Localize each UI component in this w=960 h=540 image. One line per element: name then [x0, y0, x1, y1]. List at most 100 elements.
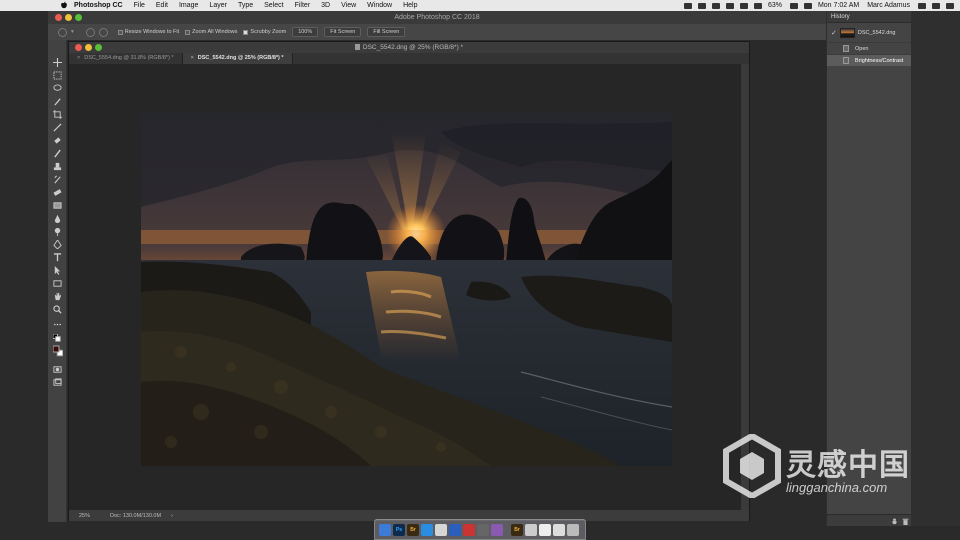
- photoshop-icon[interactable]: Ps: [393, 523, 405, 536]
- app-maximize-button[interactable]: [75, 14, 82, 21]
- tool-preset-chevron-icon[interactable]: ▾: [71, 29, 74, 35]
- quick-selection-tool-icon[interactable]: [53, 97, 62, 106]
- safari-icon[interactable]: [421, 523, 433, 536]
- app-icon[interactable]: [477, 523, 489, 536]
- zoom-tool-icon[interactable]: [53, 305, 62, 314]
- resize-windows-checkbox[interactable]: Resize Windows to Fit: [117, 29, 179, 35]
- brush-tool-icon[interactable]: [53, 149, 62, 158]
- gradient-tool-icon[interactable]: [53, 201, 62, 210]
- move-tool-icon[interactable]: [53, 58, 62, 67]
- doc-maximize-button[interactable]: [95, 44, 102, 51]
- downloads-icon[interactable]: [553, 523, 565, 536]
- zoom-out-icon[interactable]: [98, 27, 108, 37]
- menu-view[interactable]: View: [341, 2, 356, 9]
- history-state-brightness-contrast[interactable]: Brightness/Contrast: [827, 54, 911, 66]
- menu-type[interactable]: Type: [238, 2, 253, 9]
- history-state-open[interactable]: Open: [827, 42, 911, 54]
- menu-filter[interactable]: Filter: [295, 2, 311, 9]
- menu-window[interactable]: Window: [367, 2, 392, 9]
- tab-dsc-5542[interactable]: × DSC_5542.dng @ 25% (RGB/8*) *: [182, 53, 293, 64]
- status-wifi-icon[interactable]: [753, 2, 762, 9]
- menu-edit[interactable]: Edit: [156, 2, 168, 9]
- hand-tool-icon[interactable]: [53, 292, 62, 301]
- history-brush-source-icon[interactable]: ✓: [831, 29, 837, 37]
- clone-stamp-tool-icon[interactable]: [53, 162, 62, 171]
- doc-close-button[interactable]: [75, 44, 82, 51]
- bridge-folder-icon[interactable]: Br: [511, 523, 523, 536]
- menu-layer[interactable]: Layer: [209, 2, 227, 9]
- acrobat-icon[interactable]: [463, 523, 475, 536]
- doc-size-info[interactable]: Doc: 130.0M/130.0M: [110, 513, 161, 519]
- word-icon[interactable]: [435, 523, 447, 536]
- menubar-clock[interactable]: Mon 7:02 AM: [818, 2, 859, 9]
- battery-percent[interactable]: 63%: [768, 2, 782, 9]
- spotlight-search-icon[interactable]: [918, 2, 926, 9]
- status-clock-icon[interactable]: [725, 2, 734, 9]
- canvas-area[interactable]: [69, 64, 741, 510]
- zoom-all-windows-checkbox[interactable]: Zoom All Windows: [185, 29, 237, 35]
- tab-close-icon[interactable]: ×: [77, 55, 80, 61]
- status-media-icon[interactable]: [683, 2, 692, 9]
- new-snapshot-icon[interactable]: [891, 518, 898, 525]
- healing-brush-tool-icon[interactable]: [53, 136, 62, 145]
- document-canvas-image[interactable]: [141, 112, 672, 466]
- zoom-100-button[interactable]: 100%: [292, 27, 319, 37]
- trash-icon[interactable]: [567, 523, 579, 536]
- status-menu-chevron-icon[interactable]: ›: [171, 513, 173, 519]
- preview-icon[interactable]: [525, 523, 537, 536]
- dodge-tool-icon[interactable]: [53, 227, 62, 236]
- swap-colors-icon[interactable]: [53, 334, 62, 343]
- marquee-tool-icon[interactable]: [53, 71, 62, 80]
- rectangle-tool-icon[interactable]: [53, 279, 62, 288]
- watermark-title: 灵感中国: [786, 449, 910, 482]
- crop-tool-icon[interactable]: [53, 110, 62, 119]
- tab-dsc-5554[interactable]: × DSC_5554.dng @ 31.8% (RGB/8*) *: [69, 53, 183, 64]
- status-bluetooth-icon[interactable]: [739, 2, 748, 9]
- fill-screen-button[interactable]: Fill Screen: [367, 27, 406, 37]
- color-app-icon[interactable]: [491, 523, 503, 536]
- siri-icon[interactable]: [932, 2, 940, 9]
- pen-tool-icon[interactable]: [53, 240, 62, 249]
- more-tools-icon[interactable]: [53, 320, 62, 329]
- eraser-tool-icon[interactable]: [53, 188, 62, 197]
- app-minimize-button[interactable]: [65, 14, 72, 21]
- finder-icon[interactable]: [379, 523, 391, 536]
- history-panel-tab[interactable]: History: [827, 11, 911, 23]
- color-swatches-icon[interactable]: [53, 345, 63, 357]
- watermark-logo-icon: [723, 434, 781, 498]
- zoom-in-icon[interactable]: [85, 27, 95, 37]
- path-selection-tool-icon[interactable]: [53, 266, 62, 275]
- status-app-icon[interactable]: [697, 2, 706, 9]
- battery-icon[interactable]: [789, 2, 798, 9]
- document-icon[interactable]: [539, 523, 551, 536]
- delete-state-icon[interactable]: [902, 518, 909, 525]
- doc-minimize-button[interactable]: [85, 44, 92, 51]
- history-snapshot[interactable]: ✓ DSC_5542.dng: [827, 23, 911, 42]
- status-flag-icon[interactable]: [803, 2, 812, 9]
- scrubby-zoom-checkbox[interactable]: Scrubby Zoom: [243, 29, 286, 35]
- blur-tool-icon[interactable]: [53, 214, 62, 223]
- apple-icon[interactable]: [60, 1, 68, 9]
- notification-center-icon[interactable]: [946, 2, 954, 9]
- lasso-tool-icon[interactable]: [53, 84, 62, 93]
- status-cloud-icon[interactable]: [711, 2, 720, 9]
- zoom-level-field[interactable]: 25%: [79, 513, 90, 519]
- menu-3d[interactable]: 3D: [321, 2, 330, 9]
- menu-image[interactable]: Image: [179, 2, 198, 9]
- menubar-user[interactable]: Marc Adamus: [867, 2, 910, 9]
- type-tool-icon[interactable]: [53, 253, 62, 262]
- chrome-icon[interactable]: [449, 523, 461, 536]
- menu-help[interactable]: Help: [403, 2, 417, 9]
- screen-mode-icon[interactable]: [53, 378, 62, 387]
- history-brush-tool-icon[interactable]: [53, 175, 62, 184]
- tab-close-icon[interactable]: ×: [191, 55, 194, 61]
- bridge-icon[interactable]: Br: [407, 523, 419, 536]
- quick-mask-icon[interactable]: [53, 365, 62, 374]
- zoom-tool-icon[interactable]: [58, 27, 67, 37]
- menu-file[interactable]: File: [134, 2, 145, 9]
- fit-screen-button[interactable]: Fit Screen: [324, 27, 362, 37]
- menu-app-name[interactable]: Photoshop CC: [74, 2, 123, 9]
- eyedropper-tool-icon[interactable]: [53, 123, 62, 132]
- menu-select[interactable]: Select: [264, 2, 283, 9]
- app-close-button[interactable]: [55, 14, 62, 21]
